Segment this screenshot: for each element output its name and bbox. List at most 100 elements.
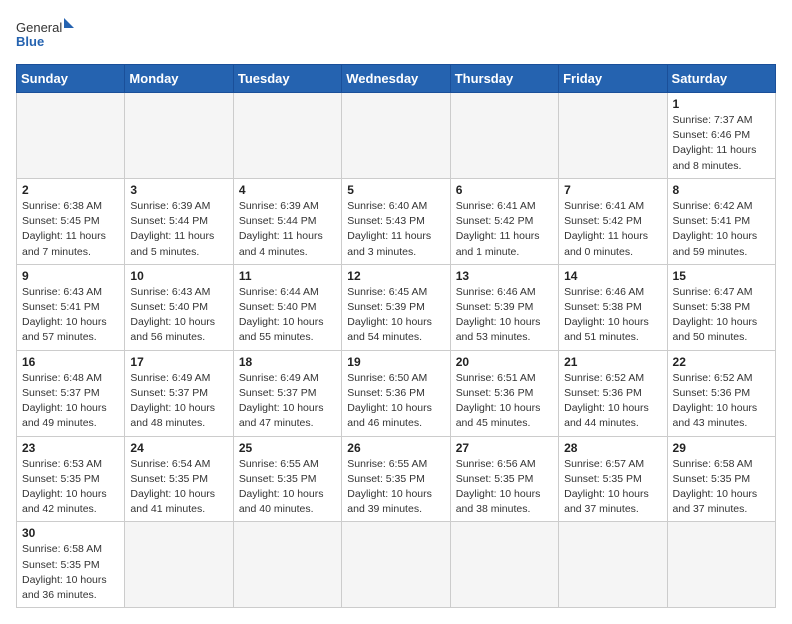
day-info: Sunrise: 6:49 AM Sunset: 5:37 PM Dayligh…	[130, 371, 227, 432]
calendar-cell: 22Sunrise: 6:52 AM Sunset: 5:36 PM Dayli…	[667, 350, 775, 436]
calendar-week-row: 16Sunrise: 6:48 AM Sunset: 5:37 PM Dayli…	[17, 350, 776, 436]
day-number: 26	[347, 441, 444, 455]
day-info: Sunrise: 6:38 AM Sunset: 5:45 PM Dayligh…	[22, 199, 119, 260]
calendar-cell: 6Sunrise: 6:41 AM Sunset: 5:42 PM Daylig…	[450, 178, 558, 264]
calendar-cell: 29Sunrise: 6:58 AM Sunset: 5:35 PM Dayli…	[667, 436, 775, 522]
calendar-cell: 18 Sunrise: 6:49 AM Sunset: 5:37 PM Dayli…	[233, 350, 341, 436]
day-info: Sunrise: 6:54 AM Sunset: 5:35 PM Dayligh…	[130, 457, 227, 518]
day-number: 5	[347, 183, 444, 197]
day-number: 27	[456, 441, 553, 455]
calendar-cell: 27 Sunrise: 6:56 AM Sunset: 5:35 PM Dayli…	[450, 436, 558, 522]
calendar-cell: 11Sunrise: 6:44 AM Sunset: 5:40 PM Dayli…	[233, 264, 341, 350]
day-info: Sunrise: 6:58 AM Sunset: 5:35 PM Dayligh…	[22, 542, 119, 603]
day-info: Sunrise: 6:51 AM Sunset: 5:36 PM Dayligh…	[456, 371, 553, 432]
day-number: 2	[22, 183, 119, 197]
weekday-header-row: SundayMondayTuesdayWednesdayThursdayFrid…	[17, 65, 776, 93]
day-info: Sunrise: 6:46 AM Sunset: 5:39 PM Dayligh…	[456, 285, 553, 346]
calendar-cell	[233, 93, 341, 179]
day-info: Sunrise: 6:42 AM Sunset: 5:41 PM Dayligh…	[673, 199, 770, 260]
day-info: Sunrise: 6:52 AM Sunset: 5:36 PM Dayligh…	[673, 371, 770, 432]
day-number: 4	[239, 183, 336, 197]
calendar-week-row: 23 Sunrise: 6:53 AM Sunset: 5:35 PM Dayli…	[17, 436, 776, 522]
calendar-cell: 8 Sunrise: 6:42 AM Sunset: 5:41 PM Daylig…	[667, 178, 775, 264]
weekday-header-thursday: Thursday	[450, 65, 558, 93]
calendar-cell: 5 Sunrise: 6:40 AM Sunset: 5:43 PM Daylig…	[342, 178, 450, 264]
day-info: Sunrise: 6:45 AM Sunset: 5:39 PM Dayligh…	[347, 285, 444, 346]
weekday-header-saturday: Saturday	[667, 65, 775, 93]
day-number: 15	[673, 269, 770, 283]
calendar-cell: 24 Sunrise: 6:54 AM Sunset: 5:35 PM Dayli…	[125, 436, 233, 522]
day-info: Sunrise: 6:41 AM Sunset: 5:42 PM Dayligh…	[564, 199, 661, 260]
calendar-cell: 10Sunrise: 6:43 AM Sunset: 5:40 PM Dayli…	[125, 264, 233, 350]
weekday-header-tuesday: Tuesday	[233, 65, 341, 93]
calendar-cell: 12 Sunrise: 6:45 AM Sunset: 5:39 PM Dayli…	[342, 264, 450, 350]
svg-text:General: General	[16, 20, 62, 35]
calendar-cell: 19 Sunrise: 6:50 AM Sunset: 5:36 PM Dayli…	[342, 350, 450, 436]
calendar-week-row: 1 Sunrise: 7:37 AM Sunset: 6:46 PM Daylig…	[17, 93, 776, 179]
calendar-cell	[125, 522, 233, 608]
day-info: Sunrise: 6:53 AM Sunset: 5:35 PM Dayligh…	[22, 457, 119, 518]
day-info: Sunrise: 6:56 AM Sunset: 5:35 PM Dayligh…	[456, 457, 553, 518]
page-header: GeneralBlue	[16, 16, 776, 54]
calendar-cell	[17, 93, 125, 179]
day-number: 1	[673, 97, 770, 111]
day-info: Sunrise: 6:50 AM Sunset: 5:36 PM Dayligh…	[347, 371, 444, 432]
day-number: 29	[673, 441, 770, 455]
day-number: 8	[673, 183, 770, 197]
day-number: 3	[130, 183, 227, 197]
weekday-header-sunday: Sunday	[17, 65, 125, 93]
weekday-header-monday: Monday	[125, 65, 233, 93]
weekday-header-friday: Friday	[559, 65, 667, 93]
calendar-cell: 23 Sunrise: 6:53 AM Sunset: 5:35 PM Dayli…	[17, 436, 125, 522]
calendar-cell: 17 Sunrise: 6:49 AM Sunset: 5:37 PM Dayli…	[125, 350, 233, 436]
day-number: 12	[347, 269, 444, 283]
calendar-cell	[559, 522, 667, 608]
day-info: Sunrise: 6:47 AM Sunset: 5:38 PM Dayligh…	[673, 285, 770, 346]
calendar-cell: 30Sunrise: 6:58 AM Sunset: 5:35 PM Dayli…	[17, 522, 125, 608]
day-info: Sunrise: 6:52 AM Sunset: 5:36 PM Dayligh…	[564, 371, 661, 432]
day-number: 14	[564, 269, 661, 283]
calendar-cell: 9Sunrise: 6:43 AM Sunset: 5:41 PM Daylig…	[17, 264, 125, 350]
calendar-cell: 25Sunrise: 6:55 AM Sunset: 5:35 PM Dayli…	[233, 436, 341, 522]
weekday-header-wednesday: Wednesday	[342, 65, 450, 93]
day-info: Sunrise: 6:49 AM Sunset: 5:37 PM Dayligh…	[239, 371, 336, 432]
calendar-cell: 26Sunrise: 6:55 AM Sunset: 5:35 PM Dayli…	[342, 436, 450, 522]
calendar-cell: 1 Sunrise: 7:37 AM Sunset: 6:46 PM Daylig…	[667, 93, 775, 179]
day-number: 6	[456, 183, 553, 197]
calendar-cell: 21 Sunrise: 6:52 AM Sunset: 5:36 PM Dayli…	[559, 350, 667, 436]
calendar-cell: 13 Sunrise: 6:46 AM Sunset: 5:39 PM Dayli…	[450, 264, 558, 350]
calendar-cell	[342, 522, 450, 608]
day-info: Sunrise: 6:48 AM Sunset: 5:37 PM Dayligh…	[22, 371, 119, 432]
day-info: Sunrise: 6:39 AM Sunset: 5:44 PM Dayligh…	[130, 199, 227, 260]
calendar-cell	[450, 93, 558, 179]
day-number: 10	[130, 269, 227, 283]
calendar-cell	[233, 522, 341, 608]
day-number: 24	[130, 441, 227, 455]
day-info: Sunrise: 7:37 AM Sunset: 6:46 PM Dayligh…	[673, 113, 770, 174]
day-number: 20	[456, 355, 553, 369]
logo: GeneralBlue	[16, 16, 76, 54]
day-number: 18	[239, 355, 336, 369]
calendar-cell: 16Sunrise: 6:48 AM Sunset: 5:37 PM Dayli…	[17, 350, 125, 436]
day-number: 28	[564, 441, 661, 455]
day-number: 21	[564, 355, 661, 369]
day-info: Sunrise: 6:40 AM Sunset: 5:43 PM Dayligh…	[347, 199, 444, 260]
day-number: 23	[22, 441, 119, 455]
calendar-cell	[450, 522, 558, 608]
calendar-cell: 15 Sunrise: 6:47 AM Sunset: 5:38 PM Dayli…	[667, 264, 775, 350]
calendar-table: SundayMondayTuesdayWednesdayThursdayFrid…	[16, 64, 776, 608]
day-info: Sunrise: 6:46 AM Sunset: 5:38 PM Dayligh…	[564, 285, 661, 346]
day-number: 17	[130, 355, 227, 369]
logo-svg: GeneralBlue	[16, 16, 76, 54]
calendar-cell: 28Sunrise: 6:57 AM Sunset: 5:35 PM Dayli…	[559, 436, 667, 522]
day-info: Sunrise: 6:43 AM Sunset: 5:41 PM Dayligh…	[22, 285, 119, 346]
calendar-cell: 4Sunrise: 6:39 AM Sunset: 5:44 PM Daylig…	[233, 178, 341, 264]
day-number: 7	[564, 183, 661, 197]
calendar-cell: 14 Sunrise: 6:46 AM Sunset: 5:38 PM Dayli…	[559, 264, 667, 350]
calendar-cell	[559, 93, 667, 179]
calendar-cell: 2 Sunrise: 6:38 AM Sunset: 5:45 PM Daylig…	[17, 178, 125, 264]
day-number: 19	[347, 355, 444, 369]
day-number: 13	[456, 269, 553, 283]
calendar-cell: 7 Sunrise: 6:41 AM Sunset: 5:42 PM Daylig…	[559, 178, 667, 264]
day-number: 25	[239, 441, 336, 455]
